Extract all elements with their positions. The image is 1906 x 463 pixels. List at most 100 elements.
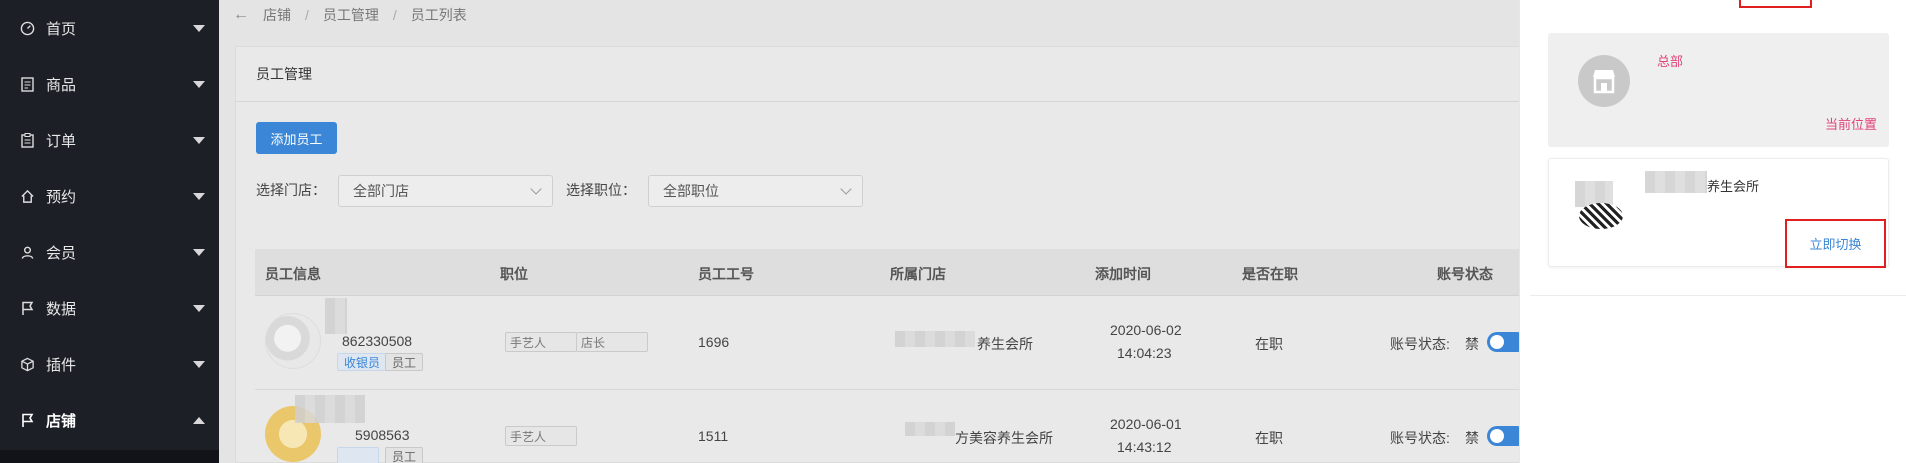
position-box: 手艺人: [505, 332, 577, 352]
chevron-down-icon: [840, 183, 852, 195]
store-select-value: 全部门店: [353, 183, 409, 199]
sidebar-item-booking[interactable]: 预约: [0, 168, 219, 224]
store-card-current: 总部 当前位置: [1548, 33, 1889, 147]
employee-phone: 862330508: [342, 333, 413, 349]
blurred-store: [895, 331, 975, 347]
role-tag: [337, 447, 379, 463]
store-select[interactable]: 全部门店: [338, 175, 553, 207]
shop-icon: [1578, 55, 1630, 107]
breadcrumb-item[interactable]: 店铺: [263, 5, 291, 25]
blurred-store-name: [1645, 171, 1707, 193]
breadcrumb-item[interactable]: 员工管理: [323, 5, 379, 25]
sidebar-item-label: 数据: [46, 300, 77, 318]
disable-label: 禁: [1465, 336, 1479, 352]
role-tag: 收银员: [337, 353, 388, 371]
sidebar-item-label: 插件: [46, 356, 77, 374]
blurred-name: [295, 395, 365, 423]
chevron-up-icon: [193, 417, 205, 424]
sidebar-item-orders[interactable]: 订单: [0, 112, 219, 168]
store-filter-label: 选择门店：: [256, 182, 326, 198]
blurred-store: [905, 422, 955, 436]
account-status-label: 账号状态:: [1390, 336, 1450, 352]
sidebar-item-label: 首页: [46, 20, 77, 38]
current-location-label: 当前位置: [1824, 117, 1877, 132]
cube-icon: [18, 355, 36, 373]
role-tag: 员工: [385, 447, 424, 463]
store-name: 方美容养生会所: [955, 430, 1053, 446]
position-box: 手艺人: [505, 426, 577, 446]
table-row: 5908563 员工 手艺人 1511 方美容养生会所 2020-06-01 1…: [255, 390, 1536, 463]
home-icon: [18, 187, 36, 205]
store-name: 养生会所: [977, 336, 1033, 352]
employment-status: 在职: [1255, 430, 1283, 446]
disable-label: 禁: [1465, 430, 1479, 446]
sidebar-item-goods[interactable]: 商品: [0, 56, 219, 112]
employee-phone: 5908563: [355, 427, 410, 443]
position-select[interactable]: 全部职位: [648, 175, 863, 207]
employee-management-card: 员工管理 添加员工 选择门店： 全部门店 选择职位： 全部职位 员工信息 职位 …: [235, 46, 1536, 463]
employment-status: 在职: [1255, 336, 1283, 352]
breadcrumb-item: 员工列表: [410, 7, 467, 23]
submenu-strip: [0, 450, 219, 463]
sidebar-item-label: 会员: [46, 244, 77, 262]
user-icon: [18, 243, 36, 261]
avatar: [265, 313, 321, 369]
column-header: 账号状态: [1437, 266, 1493, 282]
chevron-down-icon: [193, 25, 205, 32]
chevron-down-icon: [193, 361, 205, 368]
column-header: 职位: [500, 266, 528, 282]
position-filter-label: 选择职位：: [566, 182, 636, 198]
chevron-down-icon: [530, 183, 542, 195]
store-name: 养生会所: [1707, 179, 1760, 194]
chevron-down-icon: [193, 305, 205, 312]
employee-number: 1511: [698, 428, 729, 444]
breadcrumb-separator: /: [392, 7, 397, 23]
breadcrumb: ← 店铺 / 员工管理 / 员工列表: [219, 0, 1519, 30]
sidebar-item-store[interactable]: 店铺: [0, 392, 219, 448]
position-box: 店长: [576, 332, 648, 352]
add-employee-button[interactable]: 添加员工: [256, 122, 337, 154]
sidebar-item-label: 店铺: [46, 412, 77, 430]
blurred-name: [325, 298, 347, 334]
account-status-label: 账号状态:: [1390, 430, 1450, 446]
added-time: 14:43:12: [1117, 439, 1172, 455]
added-date: 2020-06-01: [1110, 416, 1182, 432]
column-header: 所属门店: [890, 266, 946, 282]
column-header: 员工工号: [698, 266, 754, 282]
column-header: 员工信息: [265, 266, 321, 282]
chevron-down-icon: [193, 193, 205, 200]
store-name: 总部: [1657, 54, 1684, 69]
highlight-box: [1739, 0, 1812, 8]
breadcrumb-separator: /: [305, 7, 309, 23]
card-title: 员工管理: [236, 47, 1534, 102]
sidebar-item-data[interactable]: 数据: [0, 280, 219, 336]
flag-icon: [18, 411, 36, 429]
sidebar-item-label: 预约: [46, 188, 77, 206]
column-header: 是否在职: [1242, 266, 1298, 282]
flag-icon: [18, 299, 36, 317]
added-date: 2020-06-02: [1110, 322, 1182, 338]
chevron-down-icon: [193, 137, 205, 144]
divider: [1530, 295, 1906, 296]
table-row: 862330508 收银员 员工 手艺人 店长 1696 养生会所 2020-0…: [255, 296, 1536, 390]
clipboard-icon: [18, 131, 36, 149]
added-time: 14:04:23: [1117, 345, 1172, 361]
back-arrow-icon[interactable]: ←: [233, 6, 249, 24]
store-logo: [1579, 203, 1623, 229]
position-select-value: 全部职位: [663, 183, 719, 199]
role-tag: 员工: [385, 353, 424, 371]
sidebar-item-label: 订单: [46, 132, 77, 150]
employee-number: 1696: [698, 334, 730, 350]
table-header: 员工信息 职位 员工工号 所属门店 添加时间 是否在职 账号状态: [255, 249, 1536, 296]
sidebar: 首页 商品 订单 预约 会员 数据 插件 店铺: [0, 0, 219, 463]
sidebar-item-label: 商品: [46, 76, 77, 94]
chevron-down-icon: [193, 81, 205, 88]
switch-now-button[interactable]: 立即切换: [1785, 219, 1886, 268]
document-icon: [18, 75, 36, 93]
sidebar-item-members[interactable]: 会员: [0, 224, 219, 280]
chevron-down-icon: [193, 249, 205, 256]
column-header: 添加时间: [1095, 266, 1151, 282]
dashboard-icon: [18, 19, 36, 37]
sidebar-item-plugins[interactable]: 插件: [0, 336, 219, 392]
sidebar-item-home[interactable]: 首页: [0, 0, 219, 56]
